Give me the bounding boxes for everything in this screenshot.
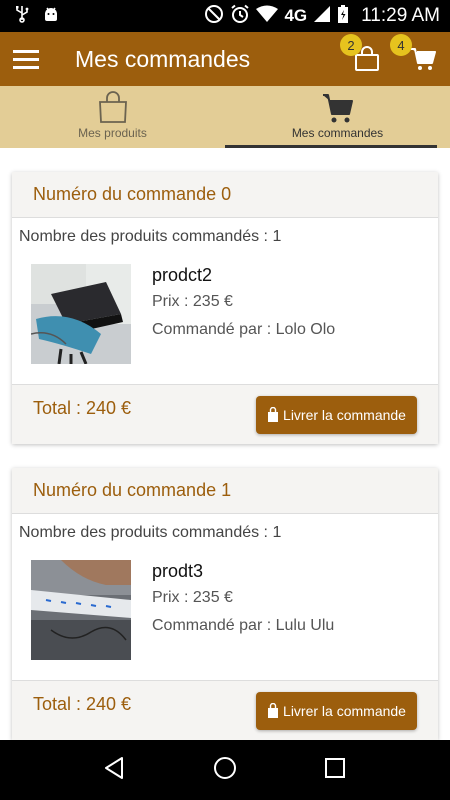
tab-mes-produits[interactable]: Mes produits — [0, 86, 225, 148]
deliver-order-button[interactable]: Livrer la commande — [256, 396, 417, 434]
cart-icon — [322, 94, 353, 123]
product-price: Prix : 235 € — [152, 589, 233, 606]
product-name: prodt3 — [152, 561, 204, 581]
alarm-icon — [230, 4, 250, 29]
order-title: Numéro du commande 1 — [33, 480, 232, 500]
deliver-order-button[interactable]: Livrer la commande — [256, 692, 417, 730]
home-icon[interactable] — [212, 755, 238, 786]
back-icon[interactable] — [102, 755, 128, 786]
usb-icon — [14, 5, 30, 28]
do-not-disturb-icon — [204, 4, 224, 29]
product-image — [31, 560, 131, 660]
order-footer: Total : 240 € Livrer la commande — [12, 384, 438, 444]
product-image — [31, 264, 131, 364]
battery-icon — [337, 4, 349, 29]
system-nav-bar — [0, 740, 450, 800]
wifi-icon — [256, 5, 279, 28]
product-count: Nombre des produits commandés : 1 — [19, 524, 282, 541]
ordered-by: Commandé par : Lulu Ulu — [152, 617, 335, 634]
status-time: 11:29 AM — [361, 5, 440, 26]
deliver-button-label: Livrer la commande — [283, 703, 406, 719]
recent-apps-icon[interactable] — [322, 755, 348, 786]
deliver-button-label: Livrer la commande — [283, 407, 406, 423]
product-item[interactable]: prodt3 Prix : 235 € Commandé par : Lulu … — [12, 550, 438, 680]
tab-label: Mes commandes — [291, 126, 384, 140]
network-type: 4G — [284, 6, 308, 25]
app-bar: Mes commandes 2 4 — [0, 32, 450, 86]
product-item[interactable]: prodct2 Prix : 235 € Commandé par : Lolo… — [12, 254, 438, 384]
orders-list[interactable]: Numéro du commande 0 Nombre des produits… — [0, 148, 450, 740]
product-name: prodct2 — [152, 265, 213, 285]
shopping-bag-icon — [268, 407, 279, 422]
cart-icon — [411, 48, 436, 70]
tab-mes-commandes[interactable]: Mes commandes — [225, 86, 450, 148]
order-total: Total : 240 € — [33, 398, 132, 418]
android-debug-icon — [42, 5, 60, 28]
cart-button[interactable]: 4 — [390, 32, 446, 86]
order-header: Numéro du commande 0 — [12, 172, 438, 218]
tab-bar: Mes produits Mes commandes — [0, 86, 450, 148]
order-footer: Total : 240 € Livrer la commande — [12, 680, 438, 740]
tab-label: Mes produits — [78, 126, 147, 140]
product-price: Prix : 235 € — [152, 293, 233, 310]
hamburger-menu-icon[interactable] — [0, 32, 52, 86]
order-header: Numéro du commande 1 — [12, 468, 438, 514]
order-title: Numéro du commande 0 — [33, 184, 232, 204]
page-title: Mes commandes — [75, 45, 251, 72]
shopping-bag-icon — [98, 91, 127, 123]
shopping-bag-icon — [268, 703, 279, 718]
cart-count-badge: 4 — [390, 34, 412, 56]
ordered-by: Commandé par : Lolo Olo — [152, 321, 336, 338]
status-bar: 4G 11:29 AM — [0, 0, 450, 32]
order-total: Total : 240 € — [33, 694, 132, 714]
order-card: Numéro du commande 1 Nombre des produits… — [12, 468, 438, 740]
product-count: Nombre des produits commandés : 1 — [19, 228, 282, 245]
bag-count-badge: 2 — [340, 34, 362, 56]
order-card: Numéro du commande 0 Nombre des produits… — [12, 172, 438, 444]
signal-icon — [313, 5, 331, 28]
shopping-bag-button[interactable]: 2 — [340, 32, 388, 86]
